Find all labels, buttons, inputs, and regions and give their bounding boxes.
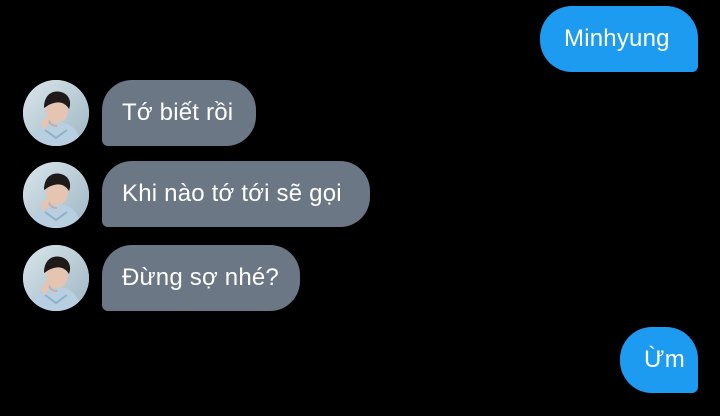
message-text: Đừng sợ nhé?	[122, 264, 279, 291]
message-text: Ừm	[644, 346, 685, 373]
message-bubble-sent[interactable]: Ừm	[620, 327, 698, 393]
message-text: Minhyung	[564, 25, 670, 52]
message-text: Khi nào tớ tới sẽ gọi	[122, 180, 342, 207]
person-photo-icon	[23, 80, 89, 146]
message-bubble-received[interactable]: Tớ biết rồi	[102, 80, 256, 146]
message-bubble-received[interactable]: Đừng sợ nhé?	[102, 245, 300, 311]
person-photo-icon	[23, 245, 89, 311]
contact-avatar[interactable]	[23, 245, 89, 311]
chat-thread: Minhyung Tớ biết rồi Khi nào tớ tới sẽ g…	[0, 0, 720, 416]
message-bubble-sent[interactable]: Minhyung	[540, 6, 698, 72]
message-bubble-received[interactable]: Khi nào tớ tới sẽ gọi	[102, 161, 370, 227]
person-photo-icon	[23, 162, 89, 228]
contact-avatar[interactable]	[23, 162, 89, 228]
contact-avatar[interactable]	[23, 80, 89, 146]
message-text: Tớ biết rồi	[122, 99, 234, 126]
